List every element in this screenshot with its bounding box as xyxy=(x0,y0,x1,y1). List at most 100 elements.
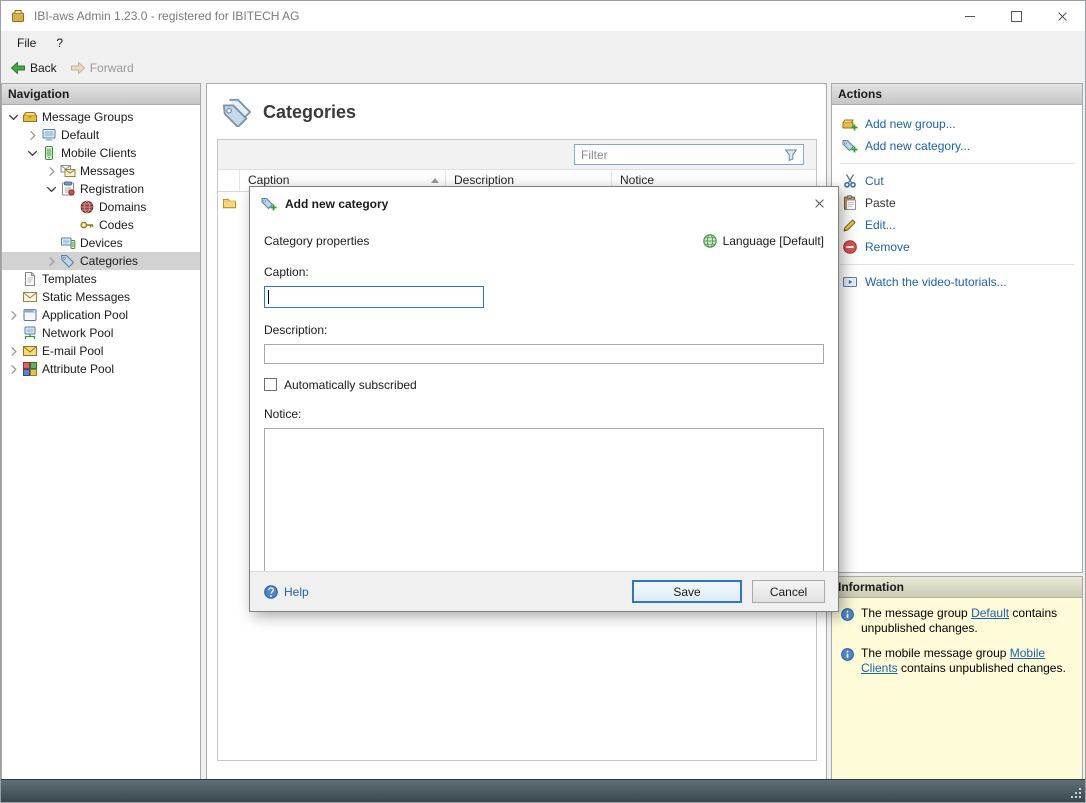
chevron-down-icon[interactable] xyxy=(44,182,59,197)
chevron-right-icon[interactable] xyxy=(6,308,21,323)
minimize-icon xyxy=(965,16,975,17)
chevron-right-icon[interactable] xyxy=(6,362,21,377)
action-watch-the-video-tutorials[interactable]: Watch the video-tutorials... xyxy=(832,271,1082,293)
minimize-button[interactable] xyxy=(947,1,993,31)
chevron-spacer xyxy=(44,236,59,251)
language-label: Language [Default] xyxy=(723,234,824,248)
info-text-part: The message group xyxy=(861,606,971,620)
chevron-right-icon[interactable] xyxy=(44,164,59,179)
tree-item-label: Message Groups xyxy=(42,110,133,124)
tree-item-messages[interactable]: Messages xyxy=(2,162,200,180)
tree-item-categories[interactable]: Categories xyxy=(2,252,200,270)
action-remove[interactable]: Remove xyxy=(832,236,1082,258)
action-cut[interactable]: Cut xyxy=(832,170,1082,192)
application-pool-icon xyxy=(22,307,38,323)
column-header-row-icon[interactable] xyxy=(218,170,240,191)
category-properties-label: Category properties xyxy=(264,234,369,248)
auto-subscribed-checkbox[interactable] xyxy=(264,378,277,391)
save-button[interactable]: Save xyxy=(632,580,742,603)
action-label: Paste xyxy=(865,196,896,210)
toolbar: Back Forward xyxy=(1,55,1085,82)
video-icon xyxy=(842,274,858,290)
titlebar: IBI-aws Admin 1.23.0 - registered for IB… xyxy=(1,1,1085,31)
action-edit[interactable]: Edit... xyxy=(832,214,1082,236)
tree-item-label: E-mail Pool xyxy=(42,344,103,358)
tree-item-domains[interactable]: Domains xyxy=(2,198,200,216)
chevron-right-icon[interactable] xyxy=(6,344,21,359)
actions-list: Add new group...Add new category... Cut Pa… xyxy=(832,105,1082,301)
network-pool-icon xyxy=(22,325,38,341)
tree-item-e-mail-pool[interactable]: E-mail Pool xyxy=(2,342,200,360)
information-text: The mobile message group Mobile Clients … xyxy=(861,646,1073,676)
chevron-right-icon[interactable] xyxy=(25,128,40,143)
action-label: Edit... xyxy=(865,218,896,232)
menu-file[interactable]: File xyxy=(7,33,46,53)
action-add-new-group[interactable]: Add new group... xyxy=(832,113,1082,135)
back-label: Back xyxy=(30,61,57,75)
information-item: The mobile message group Mobile Clients … xyxy=(840,646,1074,676)
tree-item-registration[interactable]: Registration xyxy=(2,180,200,198)
tree-item-label: Default xyxy=(61,128,99,142)
filter-bar xyxy=(218,140,816,170)
auto-subscribed-row[interactable]: Automatically subscribed xyxy=(264,377,824,392)
chevron-right-icon[interactable] xyxy=(44,254,59,269)
description-input[interactable] xyxy=(264,344,824,364)
domains-icon xyxy=(79,199,95,215)
description-label: Description: xyxy=(264,323,824,338)
static-messages-icon xyxy=(22,289,38,305)
statusbar xyxy=(1,779,1085,802)
caption-input[interactable] xyxy=(264,286,484,308)
add-category-icon xyxy=(842,138,858,154)
window-title: IBI-aws Admin 1.23.0 - registered for IB… xyxy=(34,9,299,23)
actions-header: Actions xyxy=(832,84,1082,105)
cancel-button[interactable]: Cancel xyxy=(752,580,825,603)
chevron-down-icon[interactable] xyxy=(25,146,40,161)
information-header: Information xyxy=(832,577,1082,598)
resize-grip[interactable] xyxy=(1069,786,1081,798)
paste-icon xyxy=(842,195,858,211)
back-button[interactable]: Back xyxy=(5,58,65,78)
tree-item-static-messages[interactable]: Static Messages xyxy=(2,288,200,306)
help-link[interactable]: Help xyxy=(263,584,309,600)
sort-ascending-icon xyxy=(431,178,439,183)
filter-icon[interactable] xyxy=(783,147,799,163)
maximize-button[interactable] xyxy=(993,1,1039,31)
close-icon xyxy=(1057,11,1068,22)
tree-item-label: Devices xyxy=(80,236,123,250)
notice-input[interactable] xyxy=(264,428,824,571)
tree-item-message-groups[interactable]: Message Groups xyxy=(2,108,200,126)
language-selector[interactable]: Language [Default] xyxy=(702,233,824,249)
maximize-icon xyxy=(1011,11,1022,22)
menu-help[interactable]: ? xyxy=(46,33,73,53)
tree-item-label: Codes xyxy=(99,218,134,232)
tree-item-attribute-pool[interactable]: Attribute Pool xyxy=(2,360,200,378)
link-default[interactable]: Default xyxy=(971,606,1009,620)
tree-item-label: Attribute Pool xyxy=(42,362,114,376)
tree-item-codes[interactable]: Codes xyxy=(2,216,200,234)
templates-icon xyxy=(22,271,38,287)
tree-item-default[interactable]: Default xyxy=(2,126,200,144)
tree-item-network-pool[interactable]: Network Pool xyxy=(2,324,200,342)
tree-item-mobile-clients[interactable]: Mobile Clients xyxy=(2,144,200,162)
dialog-title: Add new category xyxy=(285,197,388,211)
tree-item-templates[interactable]: Templates xyxy=(2,270,200,288)
action-paste[interactable]: Paste xyxy=(832,192,1082,214)
filter-input[interactable] xyxy=(575,148,783,162)
app-window: IBI-aws Admin 1.23.0 - registered for IB… xyxy=(0,0,1086,803)
forward-button[interactable]: Forward xyxy=(65,58,142,78)
tree-item-application-pool[interactable]: Application Pool xyxy=(2,306,200,324)
forward-arrow-icon xyxy=(70,60,86,76)
dialog-close-button[interactable] xyxy=(804,190,834,218)
tree-item-devices[interactable]: Devices xyxy=(2,234,200,252)
folder-icon xyxy=(218,196,240,211)
main-title-row: Categories xyxy=(207,84,826,127)
navigation-panel: Navigation Message GroupsDefaultMobile C… xyxy=(1,83,201,780)
computer-icon xyxy=(41,127,57,143)
dialog-buttons: Save Cancel xyxy=(632,580,825,603)
action-add-new-category[interactable]: Add new category... xyxy=(832,135,1082,157)
close-button[interactable] xyxy=(1039,1,1085,31)
chevron-down-icon[interactable] xyxy=(6,110,21,125)
add-group-icon xyxy=(842,116,858,132)
menubar: File ? xyxy=(1,31,1085,55)
info-text-part: The mobile message group xyxy=(861,646,1010,660)
